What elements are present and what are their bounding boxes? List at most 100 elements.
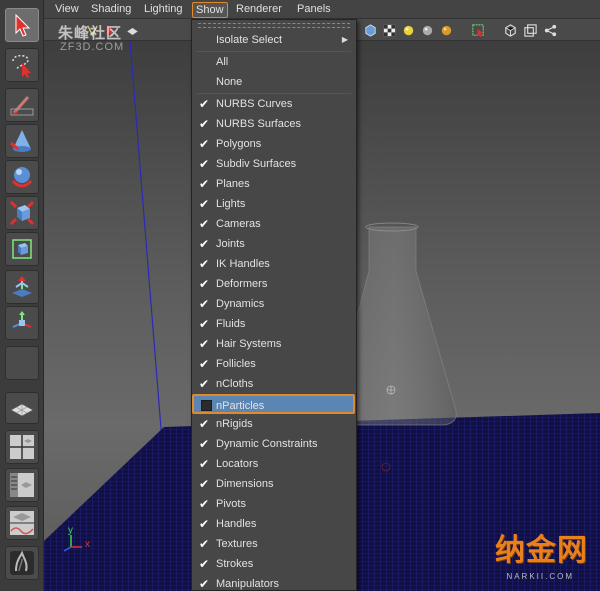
menu-item-follicles[interactable]: ✔ Follicles [192, 354, 356, 374]
menu-item-handles[interactable]: ✔ Handles [192, 514, 356, 534]
checkmark-icon: ✔ [199, 557, 210, 571]
checkmark-icon: ✔ [199, 477, 210, 491]
textured-icon[interactable] [381, 22, 397, 38]
menu-show[interactable]: Show [192, 2, 228, 18]
wireframe-icon[interactable] [362, 22, 378, 38]
menu-item-dynamic-constraints[interactable]: ✔ Dynamic Constraints [192, 434, 356, 454]
menu-item-isolate-select[interactable]: Isolate Select ▶ [192, 30, 356, 50]
menu-item-nrigids[interactable]: ✔ nRigids [192, 414, 356, 434]
menu-item-label: Subdiv Surfaces [216, 158, 297, 170]
checkmark-icon: ✔ [199, 357, 210, 371]
select-arrow-icon [15, 13, 31, 37]
menu-item-label: Dynamic Constraints [216, 438, 318, 450]
menu-item-lights[interactable]: ✔ Lights [192, 194, 356, 214]
site-logo-subtitle: NARKII.COM [506, 572, 574, 581]
checkmark-icon: ✔ [199, 517, 210, 531]
menu-item-pivots[interactable]: ✔ Pivots [192, 494, 356, 514]
menu-item-textures[interactable]: ✔ Textures [192, 534, 356, 554]
layout-four-button[interactable] [5, 430, 39, 464]
lasso-tool-button[interactable] [5, 48, 39, 82]
rotate-tool-button[interactable] [5, 160, 39, 194]
axis-x-label: x [85, 539, 90, 550]
menu-item-label: Follicles [216, 358, 256, 370]
brush-icon [10, 96, 34, 116]
menu-renderer[interactable]: Renderer [233, 2, 285, 18]
checkmark-icon: ✔ [199, 417, 210, 431]
xray-icon[interactable] [502, 22, 518, 38]
maya-logo-button[interactable] [5, 546, 39, 580]
menu-item-label: Fluids [216, 318, 246, 330]
menu-item-planes[interactable]: ✔ Planes [192, 174, 356, 194]
checkmark-icon: ✔ [199, 297, 210, 311]
menu-item-nurbs-surfaces[interactable]: ✔ NURBS Surfaces [192, 114, 356, 134]
menu-item-none[interactable]: None [192, 72, 356, 92]
menu-panels[interactable]: Panels [294, 2, 334, 18]
menu-item-label: Deformers [216, 278, 268, 290]
menu-item-label: NURBS Curves [216, 98, 293, 110]
menu-item-hair-systems[interactable]: ✔ Hair Systems [192, 334, 356, 354]
share-nodes-icon[interactable] [542, 22, 558, 38]
outliner-view-icon [10, 473, 34, 497]
bounding-box-icon [12, 239, 32, 259]
maya-logo-icon [10, 550, 34, 575]
menu-item-ncloths[interactable]: ✔ nCloths [192, 374, 356, 394]
menu-item-label: Isolate Select [216, 34, 283, 46]
all-lights-icon[interactable] [419, 22, 435, 38]
resolution-gate-icon[interactable] [522, 22, 538, 38]
menu-item-joints[interactable]: ✔ Joints [192, 234, 356, 254]
default-light-icon[interactable] [400, 22, 416, 38]
scale-tool-button[interactable] [5, 196, 39, 230]
menu-item-label: Strokes [216, 558, 254, 570]
menu-item-cameras[interactable]: ✔ Cameras [192, 214, 356, 234]
menu-item-label: Dimensions [216, 478, 274, 490]
axis-y-label: y [68, 525, 73, 536]
isolate-select-icon[interactable] [470, 22, 486, 38]
menu-item-polygons[interactable]: ✔ Polygons [192, 134, 356, 154]
grid-toggle-icon[interactable] [124, 22, 140, 38]
menu-item-subdiv-surfaces[interactable]: ✔ Subdiv Surfaces [192, 154, 356, 174]
tear-off-handle[interactable] [198, 23, 350, 28]
soft-mod-icon [12, 276, 32, 297]
soft-mod-tool-button[interactable] [5, 270, 39, 304]
menu-item-locators[interactable]: ✔ Locators [192, 454, 356, 474]
universal-manip-button[interactable] [5, 232, 39, 266]
menu-item-dimensions[interactable]: ✔ Dimensions [192, 474, 356, 494]
layout-outliner-button[interactable] [5, 468, 39, 502]
menu-item-label: Planes [216, 178, 250, 190]
menu-item-label: Handles [216, 518, 257, 530]
menu-item-strokes[interactable]: ✔ Strokes [192, 554, 356, 574]
menu-item-nparticles[interactable]: nParticles [192, 394, 355, 414]
last-tool-button[interactable] [5, 346, 39, 380]
menu-lighting[interactable]: Lighting [141, 2, 186, 18]
layout-graph-button[interactable] [5, 506, 39, 540]
unchecked-box-icon [201, 400, 212, 411]
checkmark-icon: ✔ [199, 117, 210, 131]
menu-item-label: Manipulators [216, 578, 279, 590]
menu-item-label: Hair Systems [216, 338, 282, 350]
paint-select-tool-button[interactable] [5, 88, 39, 122]
menu-item-fluids[interactable]: ✔ Fluids [192, 314, 356, 334]
layout-single-button[interactable] [5, 392, 39, 424]
select-tool-button[interactable] [5, 8, 39, 42]
menu-shading[interactable]: Shading [88, 2, 134, 18]
move-tool-button[interactable] [5, 306, 39, 340]
menu-item-dynamics[interactable]: ✔ Dynamics [192, 294, 356, 314]
menu-view[interactable]: View [52, 2, 82, 18]
menu-item-all[interactable]: All [192, 52, 356, 72]
sculpt-tool-button[interactable] [5, 124, 39, 158]
menu-item-ik-handles[interactable]: ✔ IK Handles [192, 254, 356, 274]
menu-item-manipulators[interactable]: ✔ Manipulators [192, 574, 356, 591]
menu-item-nurbs-curves[interactable]: ✔ NURBS Curves [192, 94, 356, 114]
menu-item-deformers[interactable]: ✔ Deformers [192, 274, 356, 294]
watermark-subtitle: ZF3D.COM [60, 41, 125, 53]
site-logo: 纳金网 [495, 533, 588, 568]
checkmark-icon: ✔ [199, 497, 210, 511]
menu-item-label: nRigids [216, 418, 253, 430]
shadows-icon[interactable] [438, 22, 454, 38]
menu-item-label: All [216, 56, 229, 68]
graph-view-icon [10, 511, 34, 535]
menu-item-label: Polygons [216, 138, 262, 150]
checkmark-icon: ✔ [199, 237, 210, 251]
checkmark-icon: ✔ [199, 337, 210, 351]
grid-axis-line [129, 41, 163, 442]
